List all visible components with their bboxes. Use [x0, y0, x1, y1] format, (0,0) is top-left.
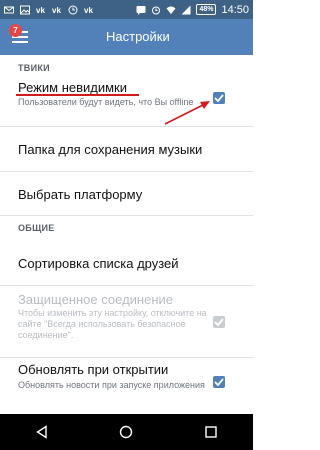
- recent-apps-square-icon: [205, 426, 217, 438]
- back-button[interactable]: [24, 414, 60, 450]
- setting-music-folder[interactable]: Папка для сохранения музыки: [0, 127, 253, 171]
- battery-icon: 48%: [196, 4, 217, 15]
- page-title: Настройки: [106, 29, 170, 44]
- red-underline-annotation: [16, 94, 139, 96]
- signal-icon: [181, 5, 191, 14]
- setting-title: Обновлять при открытии: [18, 362, 169, 377]
- toolbar: 7 Настройки: [0, 19, 253, 55]
- setting-subtitle: Пользователи будут видеть, что Вы offlin…: [18, 97, 194, 107]
- home-button[interactable]: [108, 414, 144, 450]
- setting-title: Сортировка списка друзей: [18, 256, 179, 271]
- messenger-icon: [136, 5, 146, 15]
- setting-subtitle: Чтобы изменить эту настройку, отключите …: [18, 308, 207, 340]
- mail-icon: [4, 6, 14, 13]
- section-header-tweaks: ТВИКИ: [18, 63, 50, 73]
- recent-apps-button[interactable]: [193, 414, 229, 450]
- clock-icon: [68, 5, 78, 14]
- vk-icon: vk: [52, 6, 61, 15]
- notification-badge: 7: [9, 24, 22, 37]
- back-triangle-icon: [36, 425, 47, 439]
- menu-button[interactable]: 7: [0, 19, 40, 55]
- check-icon: [214, 378, 224, 386]
- secure-connection-checkbox: [213, 316, 225, 328]
- image-icon: [20, 5, 30, 14]
- navigation-bar: [0, 414, 253, 450]
- status-time: 14:50: [221, 3, 249, 16]
- wifi-icon: [166, 6, 176, 14]
- setting-title: Режим невидимки: [18, 80, 128, 95]
- setting-subtitle: Обновлять новости при запуске приложения: [18, 380, 205, 390]
- setting-title: Папка для сохранения музыки: [18, 142, 203, 157]
- setting-invisible-mode[interactable]: Режим невидимки Пользователи будут видет…: [0, 77, 253, 125]
- svg-text:vk: vk: [84, 6, 93, 15]
- system-icons: 48% 14:50: [136, 4, 249, 16]
- check-icon: [214, 318, 224, 326]
- notification-icons: vk vk vk: [4, 5, 94, 15]
- status-bar: vk vk vk 48% 14:50: [0, 0, 253, 19]
- setting-secure-connection: Защищенное соединение Чтобы изменить эту…: [0, 286, 253, 356]
- divider: [0, 215, 253, 216]
- setting-title: Выбрать платформу: [18, 187, 143, 202]
- section-header-general: ОБЩИЕ: [18, 223, 55, 233]
- vk-icon: vk: [84, 6, 93, 15]
- svg-text:vk: vk: [36, 6, 45, 15]
- update-on-open-checkbox[interactable]: [213, 376, 225, 388]
- setting-friends-sort[interactable]: Сортировка списка друзей: [0, 240, 253, 284]
- setting-platform[interactable]: Выбрать платформу: [0, 172, 253, 215]
- vk-icon: vk: [36, 6, 45, 15]
- home-circle-icon: [120, 425, 133, 439]
- setting-update-on-open[interactable]: Обновлять при открытии Обновлять новости…: [0, 358, 253, 410]
- alarm-icon: [152, 6, 161, 14]
- check-icon: [214, 94, 224, 102]
- svg-text:vk: vk: [52, 6, 61, 15]
- invisible-mode-checkbox[interactable]: [213, 92, 225, 104]
- setting-title: Защищенное соединение: [18, 292, 173, 307]
